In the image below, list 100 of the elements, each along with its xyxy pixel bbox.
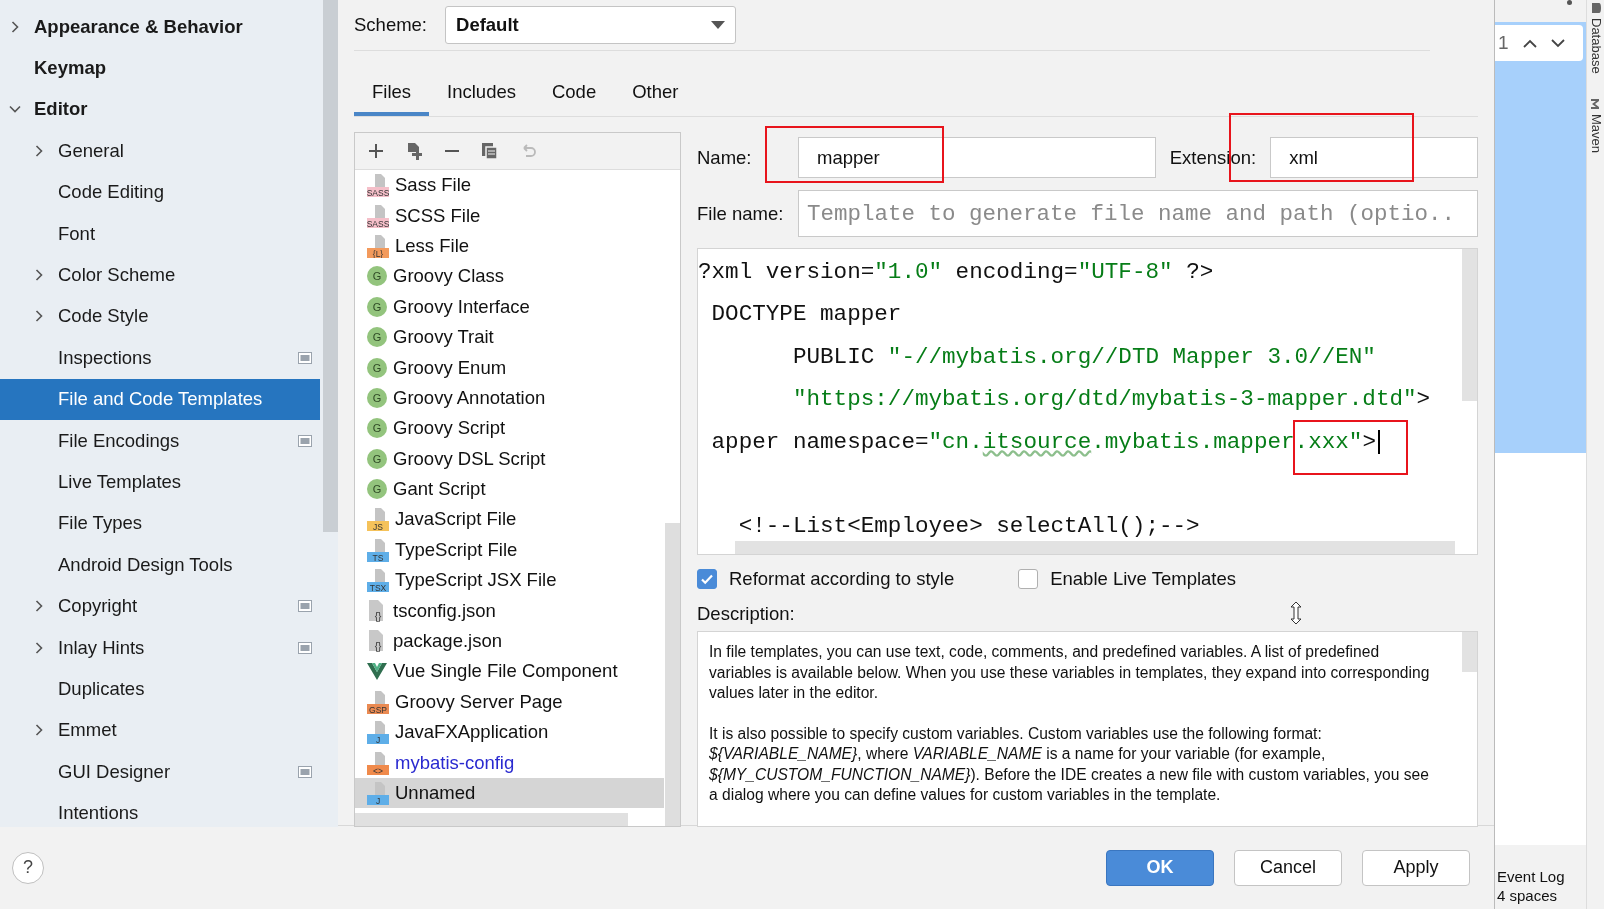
sidebar-item[interactable]: Code Editing	[0, 171, 320, 213]
field-label: File name:	[697, 202, 785, 225]
copy-icon[interactable]	[480, 141, 500, 161]
groovy-icon: G	[366, 265, 388, 288]
chevron-down-icon[interactable]	[1550, 38, 1565, 48]
template-item[interactable]: GSP Groovy Server Page	[355, 686, 664, 718]
resize-cursor-icon	[1290, 600, 1302, 625]
template-item[interactable]: {} package.json	[355, 625, 664, 657]
sidebar-item[interactable]: Emmet	[0, 709, 320, 752]
status-text: 4 spaces	[1497, 886, 1559, 905]
sidebar-item[interactable]: Live Templates	[0, 461, 320, 503]
template-item[interactable]: <> mybatis-config	[355, 747, 664, 778]
field-label: Name:	[697, 146, 753, 169]
status-text: Event Log	[1497, 867, 1566, 886]
code-token: >	[1416, 386, 1431, 413]
code-token: itsource	[982, 428, 1092, 455]
groovy-icon: G	[366, 326, 388, 349]
code-token: .mybatis.mapper	[1091, 428, 1295, 455]
groovy-icon: G	[366, 386, 388, 409]
template-item[interactable]: G Groovy Class	[355, 261, 664, 292]
template-item[interactable]: SASS SCSS File	[355, 200, 664, 231]
groovy-icon: G	[366, 295, 388, 318]
input-field[interactable]: Template to generate file name and path (optio..	[798, 190, 1478, 237]
template-item[interactable]: G Groovy Enum	[355, 352, 664, 383]
template-item[interactable]: J JavaFXApplication	[355, 717, 664, 748]
description-paragraph: It is also possible to specify custom variables. Custom variables use the following format: ${VARIABLE_NAME}, where VARIABLE_NAME is a name for your variable (for example, ${MY_CUSTOM_FUNCTION_NAME}). Before the IDE creates a new file with custom variables, you see a dialog where you can define values for custom variables in the template.	[709, 723, 1430, 806]
code-token: DOCTYPE mapper	[710, 301, 902, 328]
maven-icon	[1590, 97, 1602, 110]
tool-window-label: Database	[1588, 18, 1604, 74]
checkbox[interactable]	[1018, 568, 1039, 589]
template-item[interactable]: TSX TypeScript JSX File	[355, 565, 664, 596]
template-item[interactable]: {L} Less File	[355, 230, 664, 262]
template-item[interactable]: G Groovy Annotation	[355, 382, 664, 414]
template-item[interactable]: SASS Sass File	[355, 170, 664, 201]
template-item[interactable]: G Gant Script	[355, 473, 664, 505]
chevron-up-icon[interactable]	[1522, 38, 1537, 48]
code-token: ?xml version=	[698, 259, 875, 285]
scheme-dropdown[interactable]: Default	[445, 6, 736, 44]
template-item[interactable]: G Groovy Script	[355, 413, 664, 444]
add-icon[interactable]	[366, 141, 386, 161]
ok-button[interactable]: OK	[1106, 849, 1214, 886]
code-token: "1.0"	[874, 259, 943, 285]
template-item[interactable]: JS JavaScript File	[355, 504, 664, 535]
sidebar-item[interactable]: Copyright	[0, 585, 320, 627]
text-field[interactable]: mapper	[798, 137, 1156, 178]
tab[interactable]: Includes	[429, 72, 534, 116]
template-item[interactable]: G Groovy Interface	[355, 291, 664, 322]
code-token: ?>	[1185, 259, 1214, 285]
dropdown-arrow-icon	[711, 21, 725, 29]
scrollbar[interactable]	[323, 0, 338, 532]
sidebar-item[interactable]: Editor	[0, 88, 320, 131]
tab[interactable]: Files	[354, 72, 430, 116]
scrollbar[interactable]	[1462, 249, 1477, 401]
tool-window-tab[interactable]: Database	[1588, 2, 1604, 74]
dialog-button[interactable]: Apply	[1362, 849, 1470, 886]
sidebar-item[interactable]: Color Scheme	[0, 254, 320, 296]
sidebar-item[interactable]: File Encodings	[0, 419, 320, 462]
sidebar-item[interactable]: Intentions	[0, 792, 320, 827]
groovy-icon: G	[366, 447, 388, 470]
scrollbar[interactable]	[665, 523, 680, 826]
sidebar-item[interactable]: Code Style	[0, 295, 320, 338]
code-token: "-//mybatis.org//DTD Mapper 3.0//EN"	[887, 343, 1376, 370]
code-token: "UTF-8"	[1077, 259, 1173, 285]
help-button[interactable]: ?	[12, 851, 44, 884]
description-label: Description:	[697, 602, 795, 625]
template-item[interactable]: {} tsconfig.json	[355, 595, 664, 626]
text-field[interactable]: xml	[1270, 137, 1478, 178]
sidebar-item[interactable]: Font	[0, 212, 320, 255]
code-token: >	[1362, 428, 1376, 455]
sidebar-item[interactable]: Inlay Hints	[0, 626, 320, 669]
scrollbar[interactable]	[1462, 632, 1477, 673]
template-item[interactable]: TS TypeScript File	[355, 534, 664, 566]
template-item[interactable]: G Groovy DSL Script	[355, 443, 664, 474]
sidebar-item[interactable]: Inspections	[0, 337, 320, 379]
sidebar-item[interactable]: File and Code Templates	[0, 378, 320, 420]
sidebar-item[interactable]: File Types	[0, 502, 320, 545]
tool-window-tab[interactable]: Maven	[1588, 97, 1604, 153]
groovy-icon: G	[366, 417, 388, 440]
sidebar-item[interactable]: Keymap	[0, 47, 320, 89]
sidebar-item[interactable]: GUI Designer	[0, 751, 320, 793]
scrollbar[interactable]	[355, 813, 628, 826]
tab[interactable]: Other	[614, 72, 697, 116]
database-icon	[1590, 2, 1602, 14]
scrollbar[interactable]	[735, 541, 1455, 555]
template-item[interactable]: Vue Single File Component	[355, 656, 664, 687]
groovy-icon: G	[366, 478, 388, 501]
code-token: "cn.	[928, 428, 983, 455]
code-token: .xxx"	[1294, 428, 1363, 455]
checkbox[interactable]	[697, 568, 717, 589]
match-count: 1	[1498, 32, 1509, 54]
sidebar-item[interactable]: General	[0, 130, 320, 172]
tab[interactable]: Code	[533, 72, 615, 116]
code-editor[interactable]	[697, 248, 1478, 556]
dialog-button[interactable]: Cancel	[1234, 849, 1342, 886]
sidebar-item[interactable]: Duplicates	[0, 668, 320, 710]
sidebar-item[interactable]: Android Design Tools	[0, 544, 320, 586]
template-item[interactable]: J Unnamed	[355, 777, 664, 809]
scheme-label: Scheme:	[354, 14, 427, 36]
template-item[interactable]: G Groovy Trait	[355, 321, 664, 353]
sidebar-item[interactable]: Appearance & Behavior	[0, 6, 320, 48]
